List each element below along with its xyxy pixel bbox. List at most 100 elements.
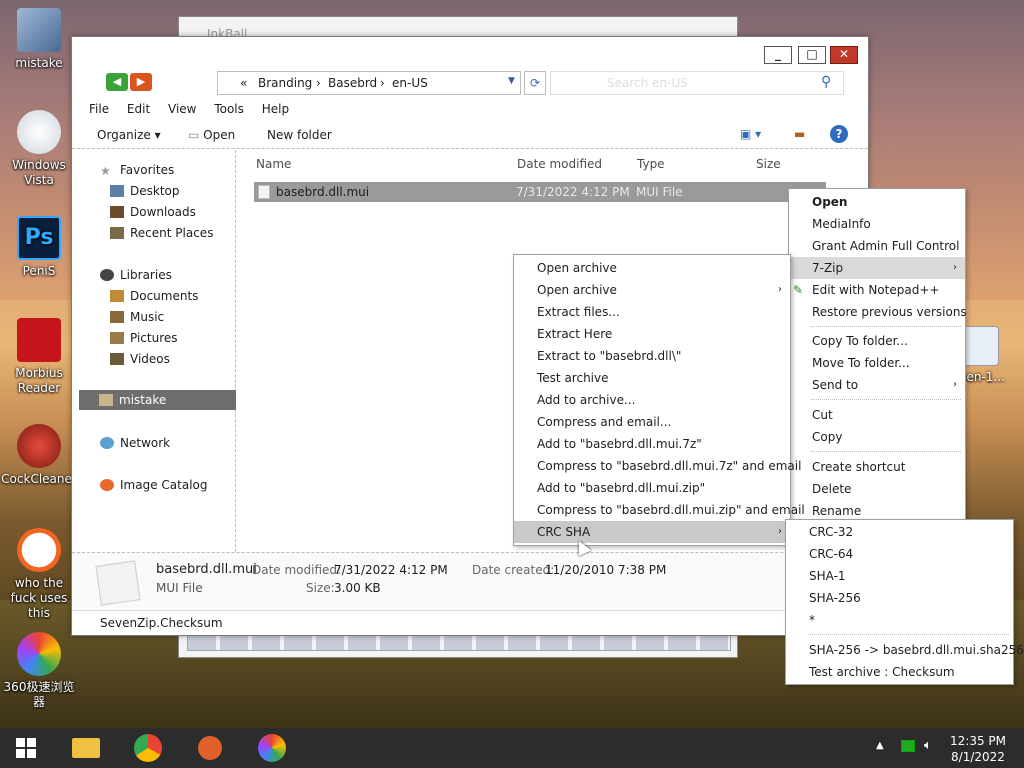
- search-icon[interactable]: ⚲: [821, 74, 831, 90]
- new-folder-button[interactable]: New folder: [267, 128, 332, 142]
- nav-user-selected[interactable]: mistake: [79, 390, 236, 410]
- nav-image-catalog[interactable]: Image Catalog: [100, 478, 207, 492]
- nav-libraries[interactable]: Libraries: [100, 268, 172, 282]
- forward-button[interactable]: ▶: [130, 73, 152, 91]
- desktop-icon-360-browser[interactable]: 360极速浏览器: [1, 632, 77, 710]
- ctx-restore-versions[interactable]: Restore previous versions: [789, 301, 967, 323]
- crc-64[interactable]: CRC-64: [786, 543, 1013, 565]
- chevron-down-icon[interactable]: ▼: [508, 76, 515, 86]
- column-type[interactable]: Type: [637, 157, 665, 171]
- minimize-button[interactable]: _: [764, 46, 792, 64]
- test-archive-checksum[interactable]: Test archive : Checksum: [786, 661, 1013, 683]
- zip-crc-sha[interactable]: CRC SHA ›: [514, 521, 790, 543]
- desktop-icon-windows-vista[interactable]: Windows Vista: [1, 110, 77, 188]
- zip-extract-here[interactable]: Extract Here: [514, 323, 790, 345]
- nav-desktop[interactable]: Desktop: [110, 184, 180, 198]
- breadcrumb-basebrd[interactable]: Basebrd: [328, 76, 377, 90]
- taskbar-360-browser[interactable]: [252, 732, 292, 764]
- nav-videos[interactable]: Videos: [110, 352, 170, 366]
- ctx-notepad[interactable]: ✎ Edit with Notepad++: [789, 279, 965, 301]
- taskbar-file-explorer[interactable]: [66, 732, 106, 764]
- refresh-icon[interactable]: ⟳: [524, 71, 546, 95]
- zip-extract-files[interactable]: Extract files...: [514, 301, 790, 323]
- chrome-icon: [134, 734, 162, 762]
- ctx-move-to-folder[interactable]: Move To folder...: [789, 352, 965, 374]
- menu-file[interactable]: File: [89, 102, 109, 116]
- column-date-modified[interactable]: Date modified: [517, 157, 602, 171]
- zip-open-archive[interactable]: Open archive: [514, 257, 790, 279]
- desktop-icon-cockcleaner[interactable]: CockCleaner: [1, 424, 77, 487]
- nav-favorites[interactable]: ★ Favorites: [100, 163, 174, 178]
- ctx-delete[interactable]: Delete: [789, 478, 965, 500]
- nav-music[interactable]: Music: [110, 310, 164, 324]
- network-tray-icon[interactable]: [901, 740, 915, 752]
- ctx-mediainfo[interactable]: MediaInfo: [789, 213, 965, 235]
- tray-overflow-icon[interactable]: ▲: [876, 740, 884, 751]
- taskbar-paint[interactable]: [190, 732, 230, 764]
- open-button[interactable]: ▭ Open: [188, 128, 235, 142]
- menu-view[interactable]: View: [168, 102, 196, 116]
- organize-button[interactable]: Organize ▾: [97, 128, 161, 142]
- close-button[interactable]: ✕: [830, 46, 858, 64]
- column-size[interactable]: Size: [756, 157, 781, 171]
- desktop-icon-who-uses-this[interactable]: who the fuck uses this: [1, 528, 77, 621]
- nav-downloads[interactable]: Downloads: [110, 205, 196, 219]
- clock-time: 12:35 PM: [950, 734, 1006, 748]
- preview-pane-icon[interactable]: ▬: [794, 127, 805, 141]
- nav-pictures[interactable]: Pictures: [110, 331, 178, 345]
- zip-compress-email[interactable]: Compress and email...: [514, 411, 790, 433]
- crc-32[interactable]: CRC-32: [786, 521, 1013, 543]
- menu-edit[interactable]: Edit: [127, 102, 150, 116]
- volume-icon[interactable]: 🔈︎: [924, 738, 932, 753]
- zip-extract-to[interactable]: Extract to "basebrd.dll\": [514, 345, 790, 367]
- menu-help[interactable]: Help: [262, 102, 289, 116]
- search-input[interactable]: Search en-US ⚲: [550, 71, 844, 95]
- desktop-icon-mistake[interactable]: mistake: [1, 8, 77, 71]
- ctx-open[interactable]: Open: [789, 191, 965, 213]
- nav-network[interactable]: Network: [100, 436, 170, 450]
- maximize-button[interactable]: □: [798, 46, 826, 64]
- breadcrumb-branding[interactable]: Branding: [258, 76, 312, 90]
- ctx-copy-to-folder[interactable]: Copy To folder...: [789, 330, 965, 352]
- breadcrumb-en-us[interactable]: en-US: [392, 76, 428, 90]
- nav-documents[interactable]: Documents: [110, 289, 198, 303]
- sha-256-to-file[interactable]: SHA-256 -> basebrd.dll.mui.sha256: [786, 639, 1024, 661]
- taskbar-chrome[interactable]: [128, 732, 168, 764]
- zip-test-archive[interactable]: Test archive: [514, 367, 790, 389]
- ctx-cut[interactable]: Cut: [789, 404, 965, 426]
- zip-add-to-archive[interactable]: Add to archive...: [514, 389, 790, 411]
- start-button[interactable]: [6, 732, 46, 764]
- back-button[interactable]: ◀: [106, 73, 128, 91]
- desktop-icon-photoshop[interactable]: Ps PeniS: [1, 216, 77, 279]
- ctx-create-shortcut[interactable]: Create shortcut: [789, 456, 965, 478]
- ctx-7zip[interactable]: 7-Zip ›: [789, 257, 965, 279]
- zip-add-7z[interactable]: Add to "basebrd.dll.mui.7z": [514, 433, 790, 455]
- ctx-send-to[interactable]: Send to ›: [789, 374, 965, 396]
- separator: [808, 634, 1009, 635]
- menu-tools[interactable]: Tools: [214, 102, 244, 116]
- zip-compress-7z-email[interactable]: Compress to "basebrd.dll.mui.7z" and ema…: [514, 455, 801, 477]
- file-row[interactable]: basebrd.dll.mui 7/31/2022 4:12 PM MUI Fi…: [254, 182, 826, 202]
- desktop-icon-morbius-reader[interactable]: Morbius Reader: [1, 318, 77, 396]
- column-name[interactable]: Name: [256, 157, 291, 171]
- pdf-reader-icon: [17, 318, 61, 362]
- zip-add-zip[interactable]: Add to "basebrd.dll.mui.zip": [514, 477, 790, 499]
- sha-1[interactable]: SHA-1: [786, 565, 1013, 587]
- help-icon[interactable]: ?: [830, 125, 848, 143]
- clock[interactable]: 12:35 PM 8/1/2022: [946, 733, 1010, 765]
- zip-open-archive-sub[interactable]: Open archive ›: [514, 279, 790, 301]
- nav-recent-places[interactable]: Recent Places: [110, 226, 213, 240]
- file-icon: [258, 185, 270, 199]
- ctx-grant-admin[interactable]: Grant Admin Full Control: [789, 235, 965, 257]
- zip-compress-zip-email[interactable]: Compress to "basebrd.dll.mui.zip" and em…: [514, 499, 805, 521]
- sha-256[interactable]: SHA-256: [786, 587, 1013, 609]
- address-bar[interactable]: « Branding › Basebrd › en-US ▼: [217, 71, 521, 95]
- view-options-icon[interactable]: ▣ ▾: [740, 127, 761, 141]
- image-catalog-icon: [100, 479, 114, 491]
- ctx-copy[interactable]: Copy: [789, 426, 965, 448]
- breadcrumb-overflow[interactable]: «: [240, 76, 247, 90]
- details-date-modified-label: Date modified:: [252, 563, 342, 577]
- folder-icon: [72, 738, 100, 758]
- hash-all[interactable]: *: [786, 609, 1013, 631]
- computer-icon: [17, 8, 61, 52]
